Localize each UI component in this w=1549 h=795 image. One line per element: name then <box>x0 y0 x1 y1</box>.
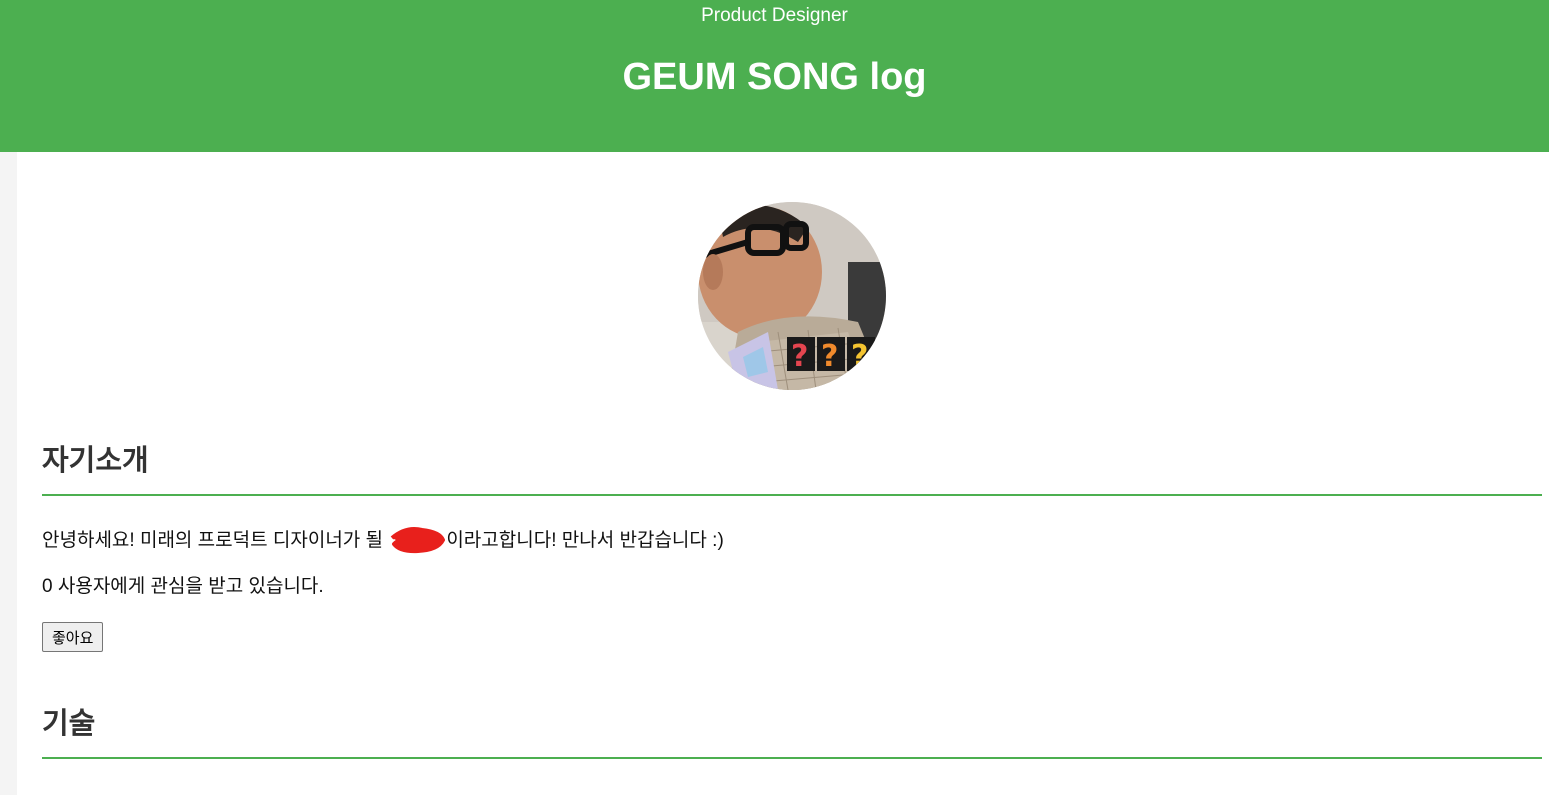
intro-heading: 자기소개 <box>42 444 1542 496</box>
svg-text:?: ? <box>791 339 808 374</box>
skills-heading: 기술 <box>42 707 1542 759</box>
greeting-after-text: 이라고합니다! 만나서 반갑습니다 :) <box>446 530 724 552</box>
svg-text:?: ? <box>851 339 868 374</box>
header-subtitle: Product Designer <box>701 5 848 26</box>
main-content: ? ? ? 자기소개 안녕하세요! 미래의 프로덕트 디자이너가 될 이라고합니… <box>17 152 1549 795</box>
like-button[interactable]: 좋아요 <box>42 622 104 652</box>
like-status-line: 0 사용자에게 관심을 받고 있습니다. <box>42 575 324 599</box>
like-count: 0 <box>42 576 53 597</box>
profile-avatar: ? ? ? <box>698 202 886 390</box>
redaction-scribble <box>388 524 446 554</box>
site-header: Product Designer GEUM SONG log <box>0 0 1549 152</box>
intro-greeting: 안녕하세요! 미래의 프로덕트 디자이너가 될 이라고합니다! 만나서 반갑습니… <box>42 526 724 556</box>
greeting-before-text: 안녕하세요! 미래의 프로덕트 디자이너가 될 <box>42 530 384 552</box>
profile-photo-icon: ? ? ? <box>698 202 886 390</box>
like-status-text: 사용자에게 관심을 받고 있습니다. <box>57 576 324 597</box>
svg-text:?: ? <box>821 339 838 374</box>
site-title: GEUM SONG log <box>622 56 927 98</box>
